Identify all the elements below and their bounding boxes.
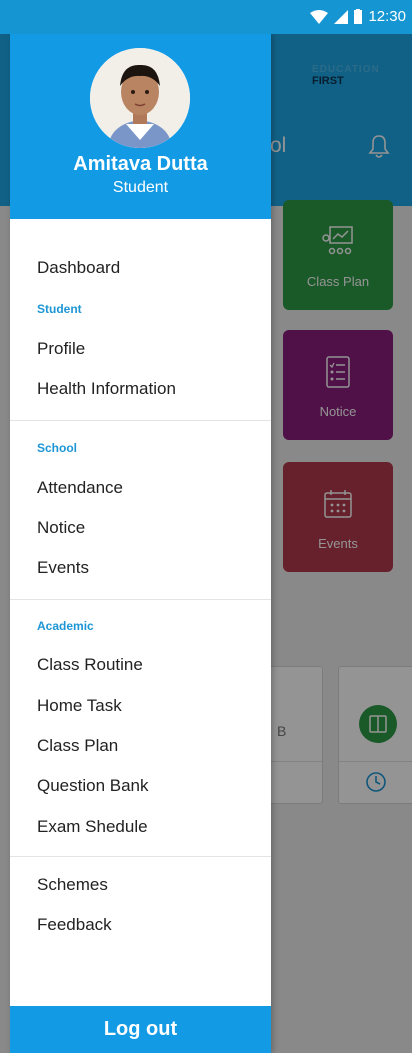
logout-button[interactable]: Log out: [10, 1006, 271, 1053]
divider: [10, 420, 271, 421]
student-photo: [90, 48, 190, 148]
user-name: Amitava Dutta: [73, 153, 208, 175]
divider: [10, 856, 271, 857]
navigation-drawer: Amitava Dutta Student Dashboard Student …: [10, 34, 271, 1053]
menu-item-schemes[interactable]: Schemes: [37, 875, 108, 895]
avatar[interactable]: [90, 48, 190, 148]
menu-item-home-task[interactable]: Home Task: [37, 696, 122, 716]
menu-item-class-routine[interactable]: Class Routine: [37, 655, 143, 675]
menu-item-exam-schedule[interactable]: Exam Shedule: [37, 817, 148, 837]
wifi-icon: [310, 9, 329, 24]
section-label-student: Student: [37, 302, 82, 316]
status-icons: 12:30: [310, 8, 406, 25]
status-bar: 12:30: [0, 0, 412, 34]
menu-item-attendance[interactable]: Attendance: [37, 478, 123, 498]
drawer-header: Amitava Dutta Student: [10, 34, 271, 219]
section-label-school: School: [37, 441, 78, 455]
menu-item-events[interactable]: Events: [37, 558, 89, 578]
divider: [10, 599, 271, 600]
menu-item-class-plan[interactable]: Class Plan: [37, 736, 118, 756]
cell-signal-icon: [334, 9, 349, 24]
menu-item-health-information[interactable]: Health Information: [37, 379, 176, 399]
menu-item-feedback[interactable]: Feedback: [37, 915, 112, 935]
menu-item-notice[interactable]: Notice: [37, 518, 85, 538]
menu-item-profile[interactable]: Profile: [37, 339, 85, 359]
user-role: Student: [112, 179, 169, 196]
battery-icon: [354, 9, 363, 24]
menu-item-dashboard[interactable]: Dashboard: [37, 258, 120, 278]
menu-item-question-bank[interactable]: Question Bank: [37, 776, 149, 796]
section-label-academic: Academic: [37, 619, 94, 633]
status-time: 12:30: [368, 8, 406, 25]
